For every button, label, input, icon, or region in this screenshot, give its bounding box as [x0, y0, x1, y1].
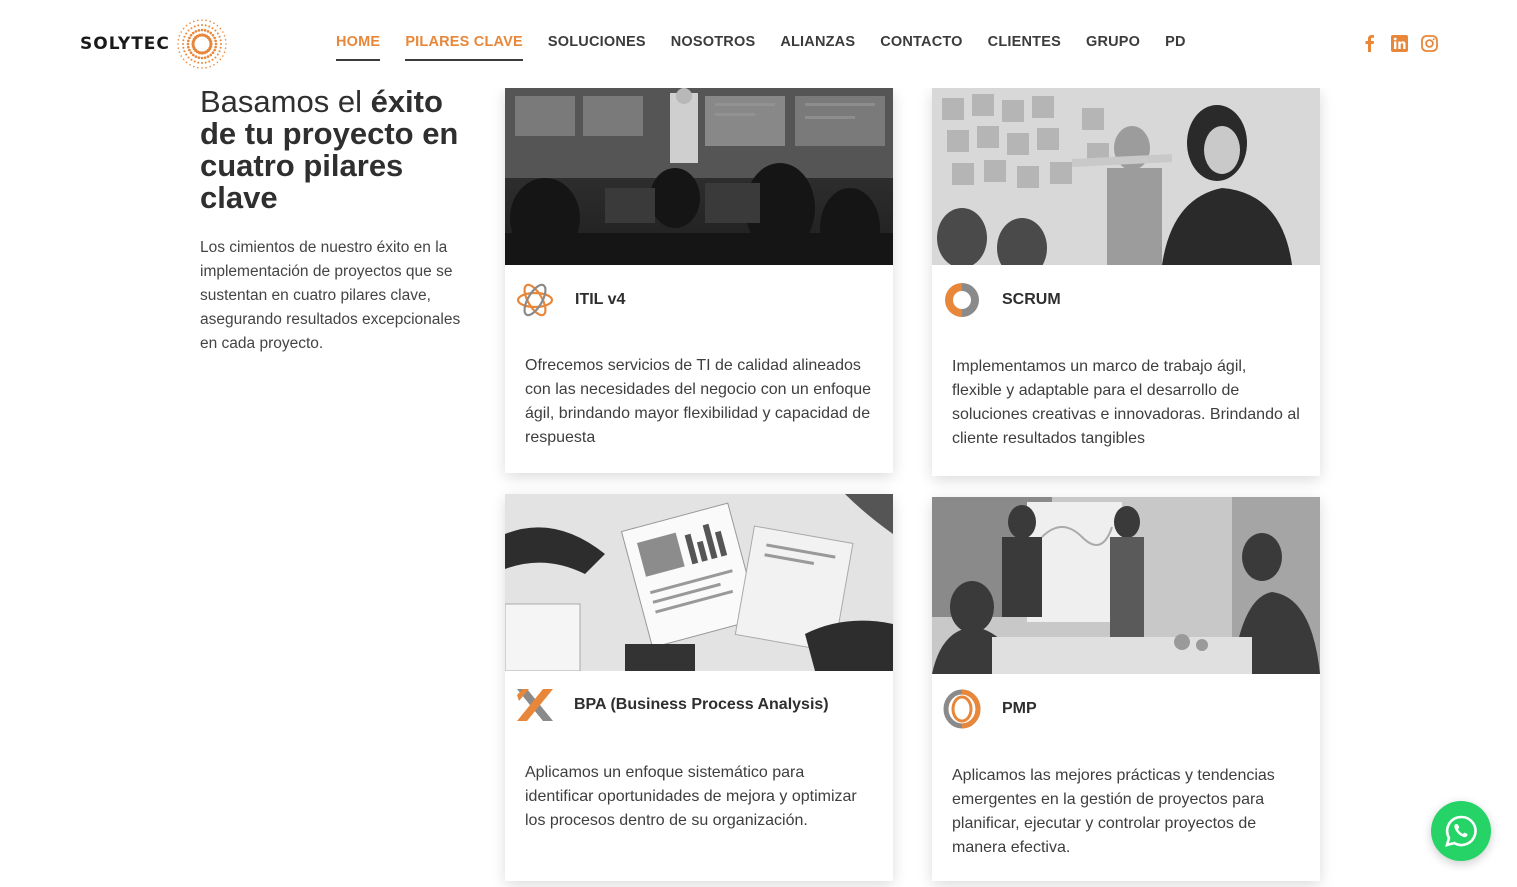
site-header: SOLYTEC HOME PILARES CLAVE SOLUCIONES NO… — [0, 0, 1517, 88]
nav-grupo[interactable]: GRUPO — [1086, 34, 1140, 61]
card-title: PMP — [1002, 700, 1037, 717]
card-header: SCRUM — [932, 265, 1320, 320]
instagram-icon[interactable] — [1420, 34, 1438, 52]
scrum-cycle-icon — [945, 283, 979, 317]
card-title: BPA (Business Process Analysis) — [574, 696, 829, 713]
nav-pd[interactable]: PD — [1165, 34, 1186, 61]
nav-nosotros[interactable]: NOSOTROS — [671, 34, 756, 61]
itil-star-icon — [516, 283, 554, 317]
card-description: Ofrecemos servicios de TI de calidad ali… — [525, 357, 872, 446]
site-logo[interactable]: SOLYTEC — [80, 18, 228, 70]
sticky-notes-team-photo — [932, 88, 1320, 265]
card-header: BPA (Business Process Analysis) — [505, 671, 893, 725]
whiteboard-meeting-photo — [932, 497, 1320, 674]
nav-clientes[interactable]: CLIENTES — [988, 34, 1061, 61]
whatsapp-button[interactable] — [1431, 801, 1491, 861]
nav-alianzas[interactable]: ALIANZAS — [780, 34, 855, 61]
card-title: ITIL v4 — [575, 291, 626, 308]
card-scrum: SCRUM Implementamos un marco de trabajo … — [932, 88, 1320, 476]
nav-pilares-clave[interactable]: PILARES CLAVE — [405, 34, 523, 61]
nav-contacto[interactable]: CONTACTO — [880, 34, 962, 61]
card-description: Aplicamos un enfoque sistemático para id… — [525, 764, 857, 829]
card-header: PMP — [932, 674, 1320, 729]
card-description: Implementamos un marco de trabajo ágil, … — [952, 358, 1300, 447]
social-links — [1360, 34, 1438, 52]
title-regular-part: Basamos el — [200, 84, 371, 119]
card-description: Aplicamos las mejores prácticas y tenden… — [952, 767, 1275, 856]
sun-logo-icon — [177, 19, 227, 69]
page-title: Basamos el éxito de tu proyecto en cuatr… — [200, 86, 470, 214]
nav-soluciones[interactable]: SOLUCIONES — [548, 34, 646, 61]
main-nav: HOME PILARES CLAVE SOLUCIONES NOSOTROS A… — [336, 34, 1211, 61]
intro-section: Basamos el éxito de tu proyecto en cuatr… — [200, 86, 470, 356]
card-bpa: BPA (Business Process Analysis) Aplicamo… — [505, 494, 893, 881]
card-pmp: PMP Aplicamos las mejores prácticas y te… — [932, 497, 1320, 881]
card-itil: ITIL v4 Ofrecemos servicios de TI de cal… — [505, 88, 893, 473]
linkedin-icon[interactable] — [1390, 34, 1408, 52]
operations-center-photo — [505, 88, 893, 265]
bpa-cross-icon — [517, 689, 553, 721]
facebook-icon[interactable] — [1360, 34, 1378, 52]
intro-paragraph: Los cimientos de nuestro éxito en la imp… — [200, 239, 461, 352]
business-charts-desk-photo — [505, 494, 893, 671]
card-title: SCRUM — [1002, 291, 1061, 308]
nav-home[interactable]: HOME — [336, 34, 381, 61]
logo-text: SOLYTEC — [80, 34, 170, 54]
whatsapp-icon — [1445, 815, 1477, 847]
card-header: ITIL v4 — [505, 265, 893, 320]
pmp-ring-icon — [943, 689, 981, 729]
